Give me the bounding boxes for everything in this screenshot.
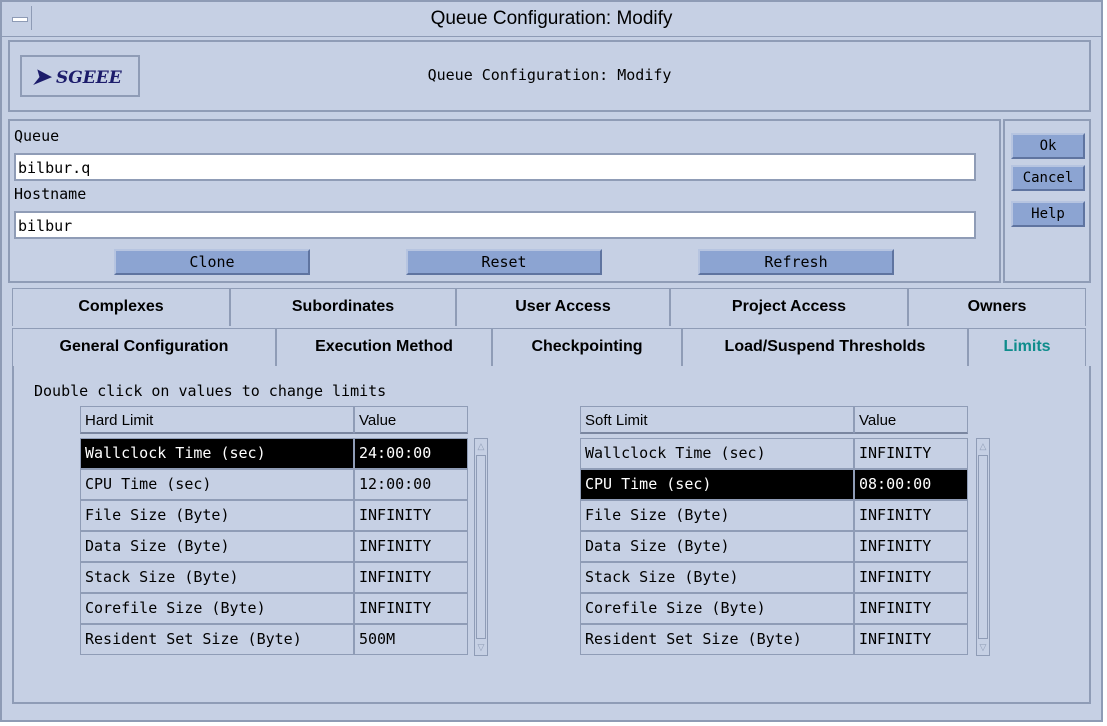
queue-form: Queue bilbur.q Hostname bilbur Clone Res… bbox=[8, 119, 1001, 283]
hard-scroll-thumb[interactable] bbox=[476, 455, 486, 639]
soft-limit-value[interactable]: INFINITY bbox=[854, 500, 968, 531]
ok-button[interactable]: Ok bbox=[1011, 133, 1085, 159]
tab-owners[interactable]: Owners bbox=[908, 288, 1086, 326]
soft-limit-value[interactable]: INFINITY bbox=[854, 593, 968, 624]
scroll-down-icon[interactable]: ▽ bbox=[476, 641, 486, 653]
tab-row-2: General Configuration Execution Method C… bbox=[12, 328, 1091, 366]
scroll-up-icon[interactable]: △ bbox=[476, 440, 486, 452]
hard-limit-header[interactable]: Hard Limit bbox=[80, 406, 354, 434]
soft-limit-name[interactable]: File Size (Byte) bbox=[580, 500, 854, 531]
scroll-down-icon[interactable]: ▽ bbox=[978, 641, 988, 653]
queue-config-window: Queue Configuration: Modify ➤ SGEEE Queu… bbox=[0, 0, 1103, 722]
help-button[interactable]: Help bbox=[1011, 201, 1085, 227]
hard-limit-name[interactable]: CPU Time (sec) bbox=[80, 469, 354, 500]
cancel-button[interactable]: Cancel bbox=[1011, 165, 1085, 191]
tab-checkpointing[interactable]: Checkpointing bbox=[492, 328, 682, 366]
hard-limit-name[interactable]: Wallclock Time (sec) bbox=[80, 438, 354, 469]
tab-complexes[interactable]: Complexes bbox=[12, 288, 230, 326]
soft-scroll-thumb[interactable] bbox=[978, 455, 988, 639]
soft-limit-header[interactable]: Soft Limit bbox=[580, 406, 854, 434]
hard-limit-value[interactable]: INFINITY bbox=[354, 562, 468, 593]
hard-limit-value[interactable]: 24:00:00 bbox=[354, 438, 468, 469]
hard-value-header[interactable]: Value bbox=[354, 406, 468, 434]
soft-limit-name[interactable]: Wallclock Time (sec) bbox=[580, 438, 854, 469]
soft-limit-name[interactable]: Resident Set Size (Byte) bbox=[580, 624, 854, 655]
tab-subordinates[interactable]: Subordinates bbox=[230, 288, 456, 326]
soft-limit-value[interactable]: INFINITY bbox=[854, 624, 968, 655]
queue-label: Queue bbox=[14, 127, 60, 145]
soft-limit-value[interactable]: INFINITY bbox=[854, 531, 968, 562]
soft-limit-name[interactable]: Stack Size (Byte) bbox=[580, 562, 854, 593]
limits-hint: Double click on values to change limits bbox=[34, 382, 387, 400]
hard-limit-value[interactable]: INFINITY bbox=[354, 531, 468, 562]
soft-limit-name[interactable]: CPU Time (sec) bbox=[580, 469, 854, 500]
title-bar[interactable]: Queue Configuration: Modify bbox=[2, 2, 1101, 37]
soft-limit-table: Soft Limit Value Wallclock Time (sec) INF… bbox=[580, 406, 1000, 666]
hard-limit-name[interactable]: Stack Size (Byte) bbox=[80, 562, 354, 593]
soft-limit-value[interactable]: INFINITY bbox=[854, 438, 968, 469]
soft-limit-value[interactable]: INFINITY bbox=[854, 562, 968, 593]
tab-execution-method[interactable]: Execution Method bbox=[276, 328, 492, 366]
tab-user-access[interactable]: User Access bbox=[456, 288, 670, 326]
hard-scrollbar[interactable]: △ ▽ bbox=[474, 438, 488, 656]
tab-project-access[interactable]: Project Access bbox=[670, 288, 908, 326]
action-buttons: Ok Cancel Help bbox=[1003, 119, 1091, 283]
soft-limit-name[interactable]: Corefile Size (Byte) bbox=[580, 593, 854, 624]
tab-load-suspend-thresholds[interactable]: Load/Suspend Thresholds bbox=[682, 328, 968, 366]
queue-input[interactable]: bilbur.q bbox=[14, 153, 976, 181]
tab-general-configuration[interactable]: General Configuration bbox=[12, 328, 276, 366]
tab-row-1: Complexes Subordinates User Access Proje… bbox=[12, 288, 1091, 326]
soft-value-header[interactable]: Value bbox=[854, 406, 968, 434]
reset-button[interactable]: Reset bbox=[406, 249, 602, 275]
soft-limit-value[interactable]: 08:00:00 bbox=[854, 469, 968, 500]
clone-button[interactable]: Clone bbox=[114, 249, 310, 275]
hostname-label: Hostname bbox=[14, 185, 87, 203]
soft-limit-name[interactable]: Data Size (Byte) bbox=[580, 531, 854, 562]
hard-limit-value[interactable]: 12:00:00 bbox=[354, 469, 468, 500]
hard-limit-table: Hard Limit Value Wallclock Time (sec) 24:… bbox=[80, 406, 490, 666]
refresh-button[interactable]: Refresh bbox=[698, 249, 894, 275]
hard-limit-name[interactable]: Corefile Size (Byte) bbox=[80, 593, 354, 624]
hard-limit-name[interactable]: Data Size (Byte) bbox=[80, 531, 354, 562]
hard-limit-name[interactable]: Resident Set Size (Byte) bbox=[80, 624, 354, 655]
header-title: Queue Configuration: Modify bbox=[427, 66, 672, 84]
header-panel: ➤ SGEEE Queue Configuration: Modify bbox=[8, 40, 1091, 112]
tab-limits[interactable]: Limits bbox=[968, 328, 1086, 366]
hard-limit-value[interactable]: INFINITY bbox=[354, 500, 468, 531]
window-title: Queue Configuration: Modify bbox=[430, 8, 673, 29]
soft-scrollbar[interactable]: △ ▽ bbox=[976, 438, 990, 656]
scroll-up-icon[interactable]: △ bbox=[978, 440, 988, 452]
hard-limit-name[interactable]: File Size (Byte) bbox=[80, 500, 354, 531]
hard-limit-value[interactable]: 500M bbox=[354, 624, 468, 655]
hostname-input[interactable]: bilbur bbox=[14, 211, 976, 239]
hard-limit-value[interactable]: INFINITY bbox=[354, 593, 468, 624]
